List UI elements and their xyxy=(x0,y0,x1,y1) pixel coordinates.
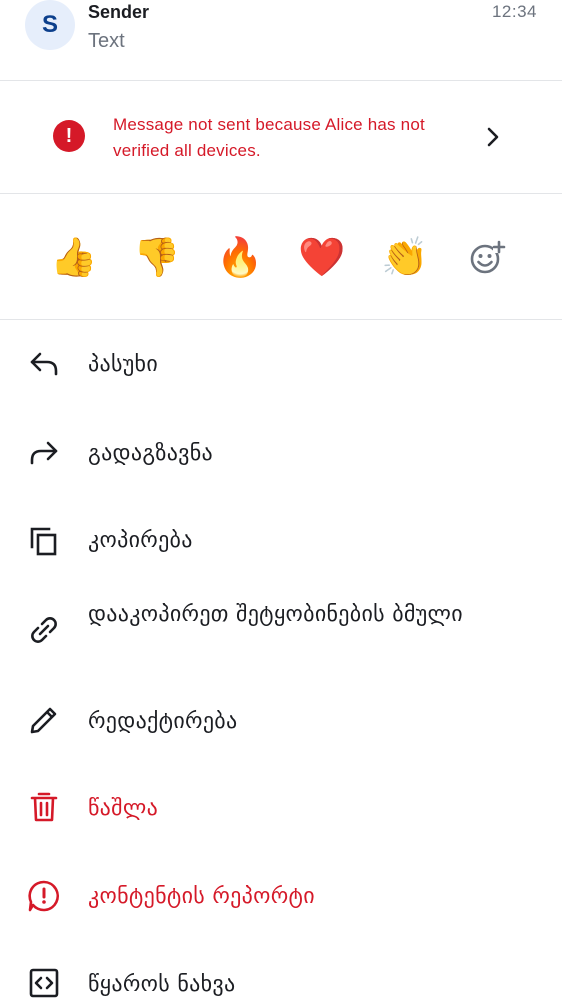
menu-item-delete[interactable]: წაშლა xyxy=(0,768,562,848)
add-reaction-icon[interactable] xyxy=(467,238,507,278)
menu-item-copy[interactable]: კოპირება xyxy=(0,500,562,580)
reaction-heart[interactable]: ❤️ xyxy=(297,232,347,282)
menu-item-report[interactable]: კონტენტის რეპორტი xyxy=(0,856,562,936)
menu-item-reply[interactable]: პასუხი xyxy=(0,326,562,406)
menu-item-copy-link[interactable]: დააკოპირეთ შეტყობინების ბმული xyxy=(0,590,562,676)
menu-label-copy: კოპირება xyxy=(88,528,193,553)
menu-label-delete: წაშლა xyxy=(88,796,159,821)
divider xyxy=(0,319,562,320)
pencil-icon xyxy=(30,707,57,734)
error-icon: ! xyxy=(53,120,85,152)
reaction-fire[interactable]: 🔥 xyxy=(215,232,265,282)
menu-item-view-source[interactable]: წყაროს ნახვა xyxy=(0,944,562,1000)
menu-item-edit[interactable]: რედაქტირება xyxy=(0,680,562,760)
menu-label-copy-link: დააკოპირეთ შეტყობინების ბმული xyxy=(88,602,463,627)
chevron-right-icon[interactable] xyxy=(482,124,504,150)
message-timestamp: 12:34 xyxy=(491,2,537,21)
reaction-thumbs-up[interactable]: 👍 xyxy=(49,232,99,282)
message-actions-sheet: S Sender Text 12:34 ! Message not sent b… xyxy=(0,0,562,1000)
menu-label-view-source: წყაროს ნახვა xyxy=(88,972,236,997)
menu-label-edit: რედაქტირება xyxy=(88,709,238,734)
avatar: S xyxy=(25,0,75,50)
link-icon xyxy=(31,617,57,643)
send-failure-text: Message not sent because Alice has not v… xyxy=(113,115,425,160)
code-icon xyxy=(29,968,59,998)
message-header: S Sender Text 12:34 xyxy=(0,0,562,80)
reaction-thumbs-down[interactable]: 👎 xyxy=(132,232,182,282)
message-preview: Text xyxy=(88,30,125,52)
copy-icon xyxy=(30,527,57,556)
reaction-clapping[interactable]: 👏 xyxy=(380,232,430,282)
menu-item-forward[interactable]: გადაგზავნა xyxy=(0,414,562,494)
reply-icon xyxy=(30,352,58,376)
sender-name: Sender xyxy=(88,2,150,22)
menu-label-reply: პასუხი xyxy=(88,352,159,377)
menu-label-forward: გადაგზავნა xyxy=(88,441,214,466)
forward-icon xyxy=(30,441,58,465)
trash-icon xyxy=(30,792,58,822)
report-icon xyxy=(28,880,60,912)
menu-label-report: კონტენტის რეპორტი xyxy=(88,884,315,909)
